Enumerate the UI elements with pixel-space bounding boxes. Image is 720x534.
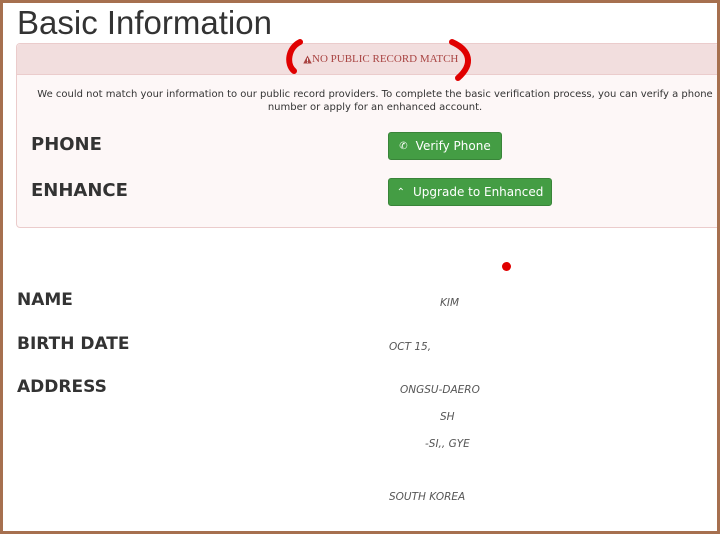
chevrons-up-icon: ⌃ xyxy=(396,186,406,198)
page-title: Basic Information xyxy=(17,4,272,41)
upgrade-enhanced-button[interactable]: ⌃ Upgrade to Enhanced xyxy=(388,178,552,206)
birth-date-value: OCT 15, xyxy=(389,341,432,353)
name-value: KIM xyxy=(440,297,460,309)
address-line-1: ONGSU-DAERO xyxy=(400,384,480,396)
verify-phone-button[interactable]: ✆ Verify Phone xyxy=(388,132,502,160)
upgrade-enhanced-label: Upgrade to Enhanced xyxy=(413,185,544,199)
address-line-2: SH xyxy=(440,411,455,423)
address-label: ADDRESS xyxy=(17,377,107,397)
alert-message: We could not match your information to o… xyxy=(37,89,713,113)
address-line-5: SOUTH KOREA xyxy=(389,491,466,503)
phone-label: PHONE xyxy=(31,134,102,155)
name-label: NAME xyxy=(17,290,73,310)
phone-icon: ✆ xyxy=(399,140,408,152)
verify-phone-label: Verify Phone xyxy=(415,139,491,153)
address-line-3: -SI,, GYE xyxy=(425,438,470,450)
enhance-label: ENHANCE xyxy=(31,180,128,201)
red-annotation-brackets xyxy=(286,39,471,81)
birth-date-label: BIRTH DATE xyxy=(17,334,130,354)
red-annotation-dot xyxy=(502,262,511,271)
